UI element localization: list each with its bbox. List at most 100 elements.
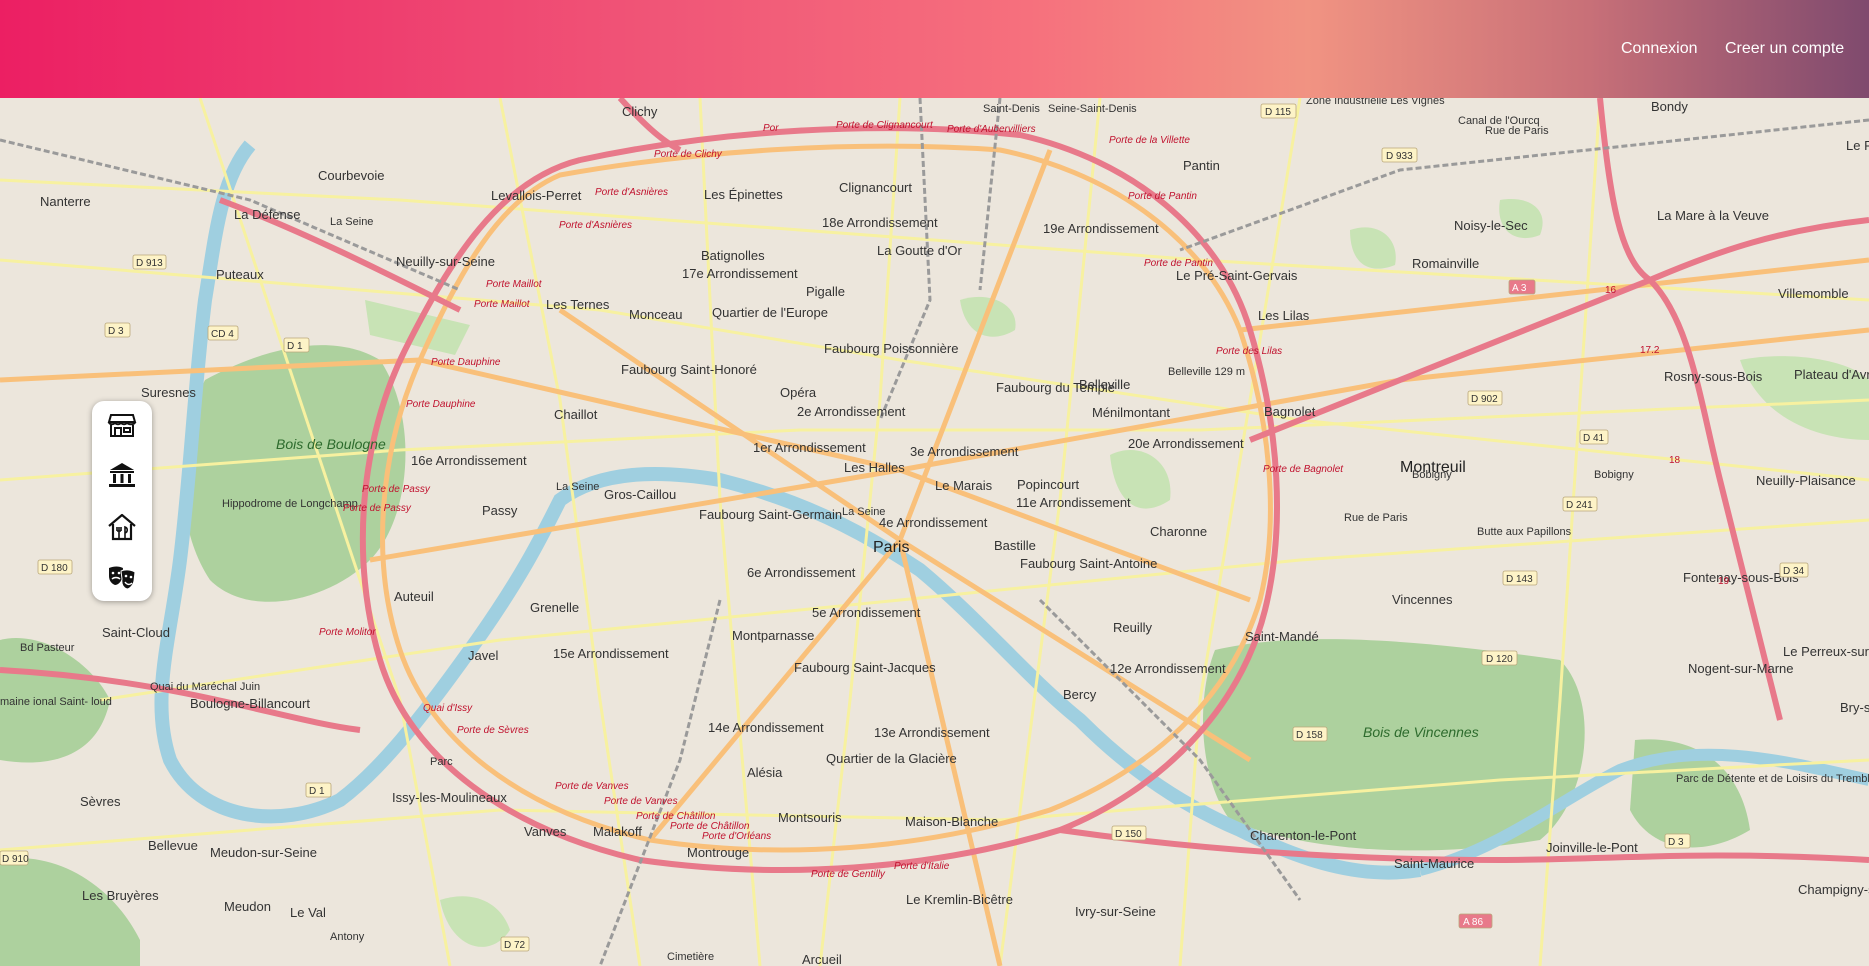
label-reuilly: Reuilly — [1113, 620, 1153, 635]
svg-text:D 34: D 34 — [1783, 566, 1805, 577]
label-bois-vincennes: Bois de Vincennes — [1363, 724, 1479, 740]
label-meudon: Meudon — [224, 899, 271, 914]
shield-19: 19 — [1718, 576, 1730, 587]
label-porte-pantin: Porte de Pantin — [1128, 191, 1197, 202]
shield-16: 16 — [1605, 285, 1617, 296]
shield-cd4: CD 4 — [207, 325, 239, 341]
label-romainville: Romainville — [1412, 256, 1479, 271]
label-bd-pasteur: Bd Pasteur — [20, 642, 75, 654]
label-porte-villette: Porte de la Villette — [1109, 135, 1190, 146]
label-passy: Passy — [482, 503, 518, 518]
label-quartier-europe: Quartier de l'Europe — [712, 305, 828, 320]
label-arr20: 20e Arrondissement — [1128, 436, 1244, 451]
label-zone-industrielle: Zone Industrielle Les Vignes — [1306, 98, 1445, 107]
category-toolbar — [92, 401, 152, 601]
label-porte-passy: Porte de Passy — [362, 484, 431, 495]
label-bercy: Bercy — [1063, 687, 1097, 702]
label-champigny: Champigny-sur-Marne — [1798, 882, 1869, 897]
label-quai-marechal: Quai du Maréchal Juin — [150, 681, 260, 693]
label-hippodrome: Hippodrome de Longchamp — [222, 498, 358, 510]
shield-d1: D 1 — [283, 337, 310, 353]
label-la-defense: La Défense — [234, 207, 301, 222]
label-parc: Parc — [430, 756, 453, 768]
theater-masks-icon[interactable] — [106, 561, 138, 593]
shield-d910: D 910 — [0, 850, 29, 866]
label-bobigny2: Bobigny — [1594, 469, 1634, 481]
svg-text:18: 18 — [1669, 455, 1681, 466]
museum-icon[interactable] — [106, 459, 138, 491]
label-saint-maurice: Saint-Maurice — [1394, 856, 1474, 871]
svg-text:A 86: A 86 — [1463, 917, 1483, 928]
label-joinville: Joinville-le-Pont — [1546, 840, 1638, 855]
label-faubourg-poissonniere: Faubourg Poissonnière — [824, 341, 958, 356]
label-les-halles: Les Halles — [844, 460, 905, 475]
shield-d902: D 902 — [1467, 390, 1503, 406]
label-quai-issy: Quai d'Issy — [423, 703, 473, 714]
label-montrouge: Montrouge — [687, 845, 749, 860]
label-porte-clichy: Porte de Clichy — [654, 149, 723, 160]
label-porte-aubervilliers: Porte d'Aubervilliers — [947, 124, 1036, 135]
svg-text:17.2: 17.2 — [1640, 345, 1660, 356]
label-popincourt: Popincourt — [1017, 477, 1080, 492]
map-canvas[interactable]: Paris Clichy Nanterre Courbevoie Levallo… — [0, 98, 1869, 966]
label-neuilly: Neuilly-sur-Seine — [396, 254, 495, 269]
label-porte-passy2: Porte de Passy — [343, 503, 412, 514]
label-gros-caillou: Gros-Caillou — [604, 487, 676, 502]
label-bastille: Bastille — [994, 538, 1036, 553]
label-faubourg-st-antoine: Faubourg Saint-Antoine — [1020, 556, 1157, 571]
shield-a86: A 86 — [1458, 913, 1493, 929]
label-arr19: 19e Arrondissement — [1043, 221, 1159, 236]
label-porte-orleans: Porte d'Orléans — [702, 831, 771, 842]
label-antony: Antony — [330, 931, 365, 943]
label-bagnolet: Bagnolet — [1264, 404, 1316, 419]
label-clichy: Clichy — [622, 104, 658, 119]
shield-a3: A 3 — [1508, 279, 1536, 295]
home-icon[interactable] — [106, 511, 138, 543]
label-arr16: 16e Arrondissement — [411, 453, 527, 468]
label-arr18: 18e Arrondissement — [822, 215, 938, 230]
svg-text:19: 19 — [1718, 576, 1730, 587]
shield-d3: D 3 — [104, 322, 131, 338]
label-porte-dauphine2: Porte Dauphine — [406, 399, 476, 410]
shield-d41: D 41 — [1579, 429, 1609, 445]
label-porte-italie: Porte d'Italie — [894, 861, 950, 872]
label-saint-mande: Saint-Mandé — [1245, 629, 1319, 644]
label-porte-por: Por — [763, 123, 779, 134]
label-plateau: Plateau d'Avr — [1794, 367, 1869, 382]
label-vanves: Vanves — [524, 824, 567, 839]
label-bry: Bry-s — [1840, 700, 1869, 715]
shield-d180: D 180 — [37, 559, 73, 575]
label-ivry: Ivry-sur-Seine — [1075, 904, 1156, 919]
label-suresnes: Suresnes — [141, 385, 196, 400]
label-arr14: 14e Arrondissement — [708, 720, 824, 735]
svg-text:D 241: D 241 — [1566, 500, 1593, 511]
label-le-ra: Le Ra — [1846, 138, 1869, 153]
label-la-mare: La Mare à la Veuve — [1657, 208, 1769, 223]
svg-text:D 910: D 910 — [2, 854, 29, 865]
label-porte-asnieres: Porte d'Asnières — [595, 187, 668, 198]
label-batignolles: Batignolles — [701, 248, 765, 263]
signup-link[interactable]: Creer un compte — [1725, 40, 1844, 58]
map-view[interactable]: Paris Clichy Nanterre Courbevoie Levallo… — [0, 98, 1869, 966]
label-nogent: Nogent-sur-Marne — [1688, 661, 1794, 676]
label-paris: Paris — [873, 539, 909, 556]
label-cimetiere: Cimetière — [667, 951, 714, 963]
label-pigalle: Pigalle — [806, 284, 845, 299]
label-chaillot: Chaillot — [554, 407, 598, 422]
login-link[interactable]: Connexion — [1621, 40, 1698, 58]
label-parc-st-cloud: maine ional Saint- loud — [0, 696, 112, 708]
label-pantin: Pantin — [1183, 158, 1220, 173]
label-epinettes: Les Épinettes — [704, 187, 783, 202]
store-icon[interactable] — [106, 409, 138, 441]
label-monceau: Monceau — [629, 307, 682, 322]
label-saint-denis: Saint-Denis — [983, 103, 1040, 115]
svg-text:D 902: D 902 — [1471, 394, 1498, 405]
label-bobigny: Bobigny — [1412, 469, 1452, 481]
label-levallois: Levallois-Perret — [491, 188, 582, 203]
label-porte-bagnolet: Porte de Bagnolet — [1263, 464, 1344, 475]
label-canal: Canal de l'Ourcq — [1458, 115, 1540, 127]
label-porte-sevres: Porte de Sèvres — [457, 725, 529, 736]
label-arr15: 15e Arrondissement — [553, 646, 669, 661]
label-nanterre: Nanterre — [40, 194, 91, 209]
label-faubourg-st-germain: Faubourg Saint-Germain — [699, 507, 842, 522]
